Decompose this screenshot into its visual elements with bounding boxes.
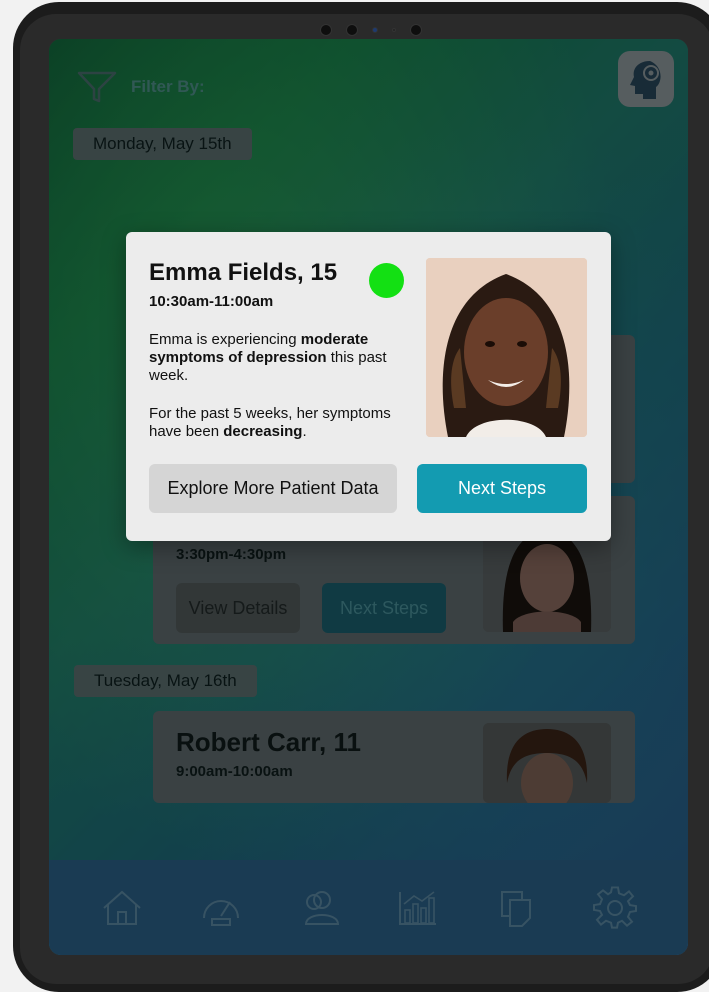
sensor [320,24,332,36]
explore-patient-data-button[interactable]: Explore More Patient Data [149,464,397,513]
patient-name: Emma Fields, 15 [149,259,338,286]
camera-bar [320,24,422,36]
girl-portrait [426,258,587,437]
sensor-right [410,24,422,36]
symptom-summary: Emma is experiencing moderate symptoms o… [149,331,409,385]
next-steps-button[interactable]: Next Steps [417,464,587,513]
camera-lens [372,27,378,33]
trend-emphasis: decreasing [223,423,303,440]
summary-text: Emma is experiencing [149,331,301,348]
patient-photo [426,258,587,437]
patient-summary-modal: Emma Fields, 15 10:30am-11:00am Emma is … [126,232,611,541]
status-indicator [369,263,404,298]
appointment-time: 10:30am-11:00am [149,293,274,310]
trend-text-end: . [302,423,307,440]
light-sensor [392,28,396,32]
trend-summary: For the past 5 weeks, her symptoms have … [149,405,409,441]
front-camera [346,24,358,36]
